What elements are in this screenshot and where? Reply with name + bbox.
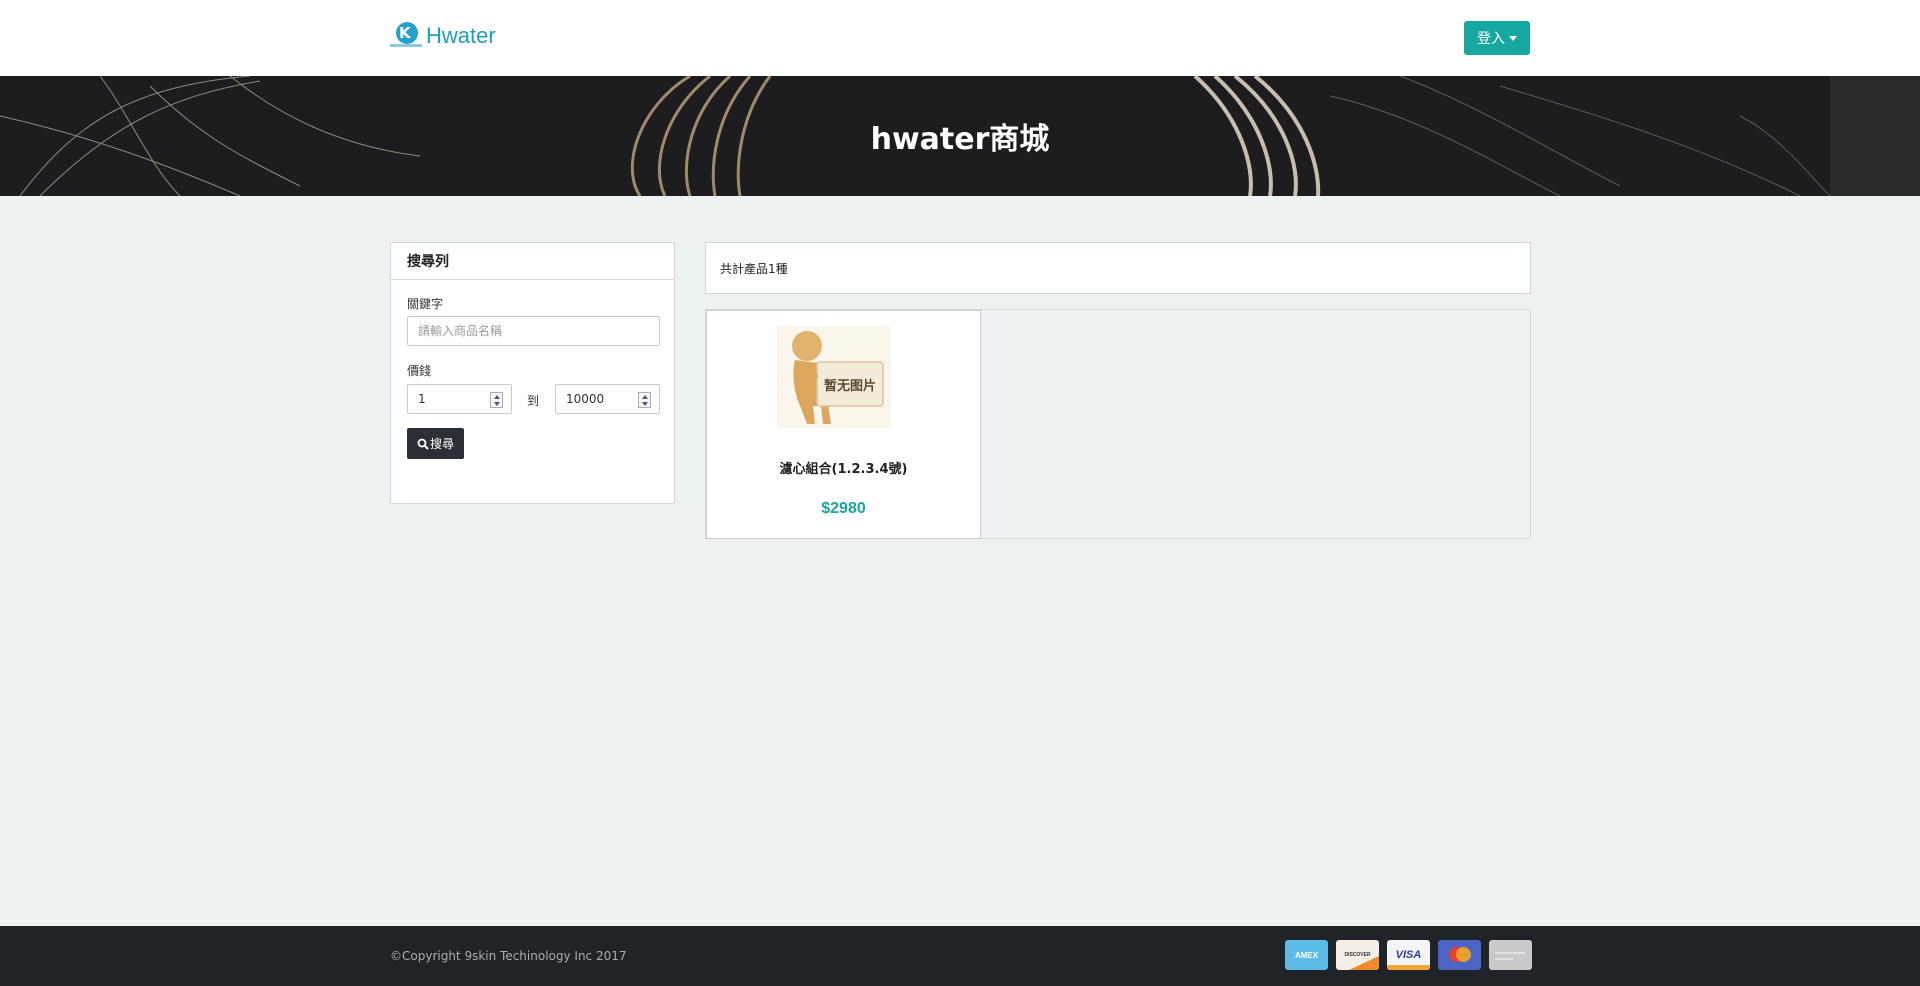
result-count-bar: 共計產品1種	[705, 242, 1531, 294]
mastercard-icon	[1438, 940, 1481, 970]
product-card[interactable]: 暂无图片 濾心組合(1.2.3.4號) $2980	[706, 310, 981, 539]
price-min-value: 1	[418, 392, 426, 406]
page-title: hwater商城	[870, 122, 1050, 157]
discover-card-icon: DISCOVER	[1336, 940, 1379, 970]
login-dropdown-button[interactable]: 登入	[1464, 21, 1530, 55]
price-label: 價錢	[407, 364, 432, 378]
number-spinner-icon[interactable]	[638, 392, 651, 408]
top-navbar: K Hwater 登入	[0, 0, 1920, 76]
price-range-separator: 到	[527, 394, 540, 408]
hwater-logo-icon: K	[390, 22, 422, 50]
product-grid: 暂无图片 濾心組合(1.2.3.4號) $2980	[705, 309, 1531, 539]
copyright-text: ©Copyright 9skin Techinology Inc 2017	[390, 949, 627, 963]
no-image-placeholder: 暂无图片	[777, 326, 891, 428]
price-max-value: 10000	[566, 392, 605, 406]
brand-logo-link[interactable]: K Hwater	[390, 22, 496, 50]
keyword-search-input[interactable]	[407, 316, 660, 346]
product-name[interactable]: 濾心組合(1.2.3.4號)	[707, 458, 980, 477]
caret-down-icon	[1509, 35, 1517, 41]
login-label: 登入	[1477, 31, 1505, 47]
search-icon	[417, 438, 429, 450]
brand-name: Hwater	[426, 23, 496, 48]
product-price: $2980	[821, 500, 866, 517]
site-footer: ©Copyright 9skin Techinology Inc 2017 AM…	[0, 926, 1920, 986]
search-button[interactable]: 搜尋	[407, 428, 464, 459]
hero-banner: hwater商城	[0, 76, 1920, 196]
number-spinner-icon[interactable]	[490, 392, 503, 408]
search-button-label: 搜尋	[429, 437, 454, 451]
visa-card-icon: VISA	[1387, 940, 1430, 970]
search-panel: 搜尋列 關鍵字 價錢 1 到 10000 搜尋	[390, 242, 675, 504]
payment-methods: AMEX DISCOVER VISA	[1285, 940, 1532, 970]
price-max-input[interactable]: 10000	[555, 384, 660, 414]
generic-card-icon	[1489, 940, 1532, 970]
search-panel-title: 搜尋列	[391, 243, 674, 280]
amex-card-icon: AMEX	[1285, 940, 1328, 970]
keyword-label: 關鍵字	[407, 297, 444, 311]
result-count-text: 共計產品1種	[720, 261, 788, 276]
price-min-input[interactable]: 1	[407, 384, 512, 414]
no-image-text: 暂无图片	[824, 378, 876, 394]
